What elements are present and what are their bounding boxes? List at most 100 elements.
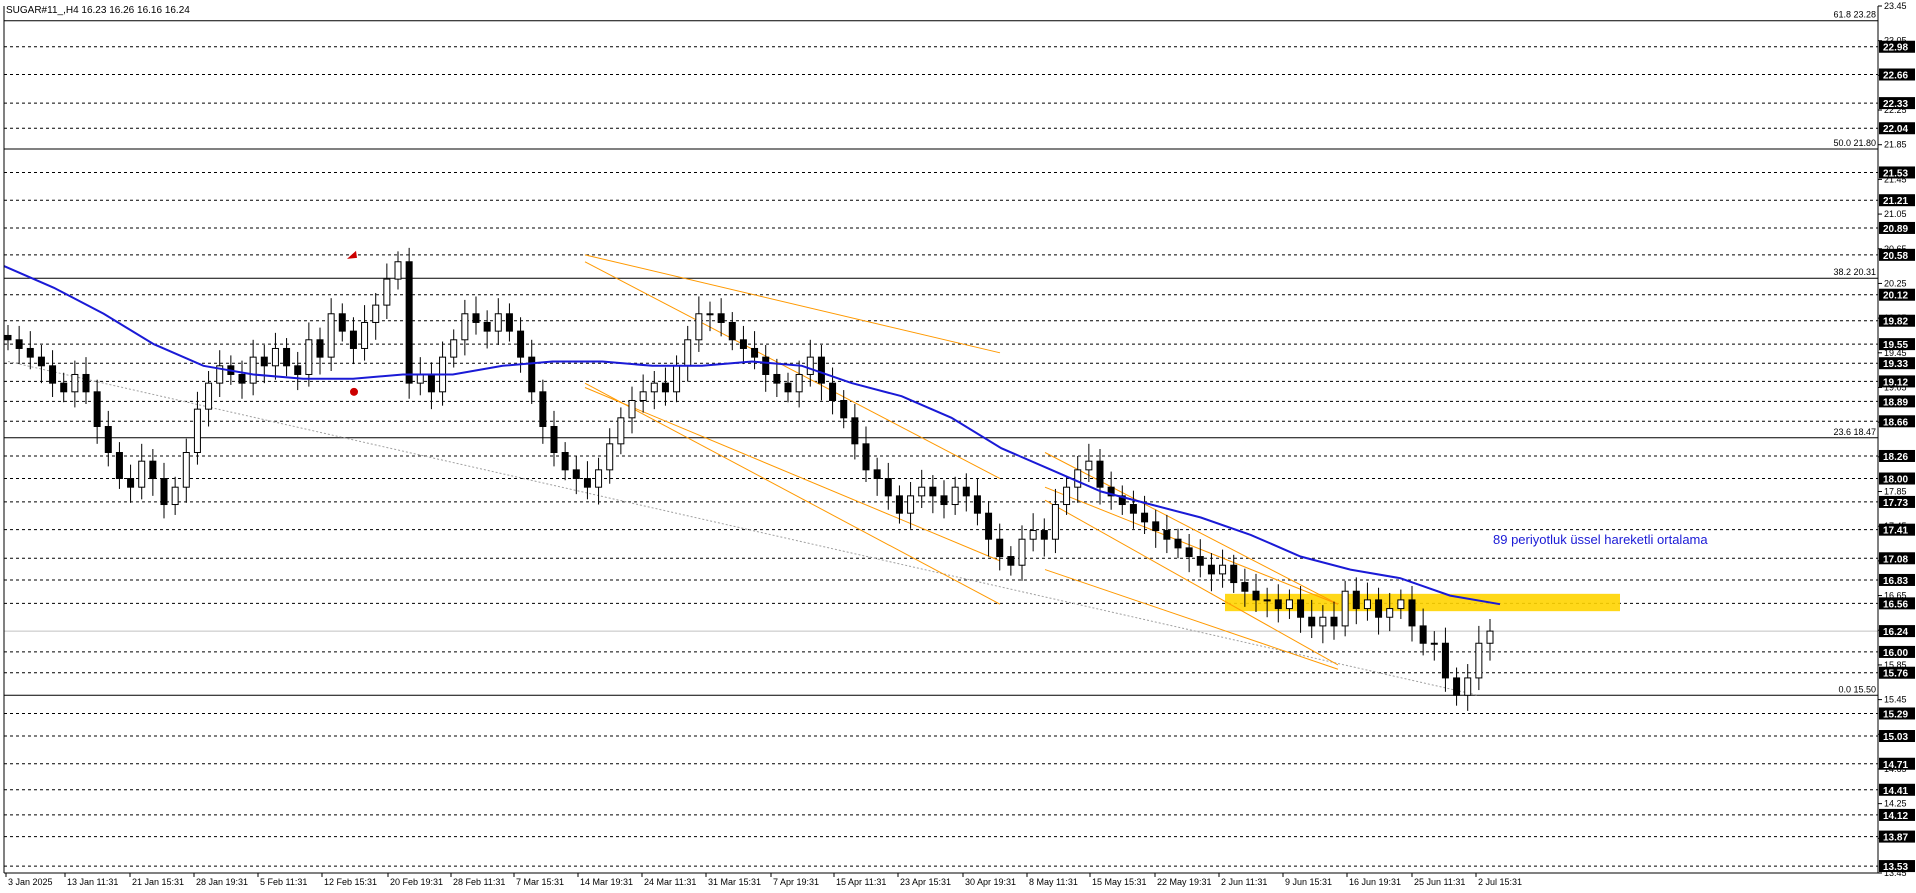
fib-level-label: 50.0 21.80 (1833, 138, 1876, 148)
candle-body (305, 339, 313, 375)
price-tag-label: 20.12 (1883, 291, 1908, 302)
candle-body (171, 486, 179, 506)
x-tick-label: 28 Jan 19:31 (196, 877, 248, 887)
price-tag: 22.98 (1879, 40, 1915, 54)
candle-body (383, 278, 391, 306)
candle-body (606, 443, 614, 471)
candle-body (784, 382, 792, 393)
candle (405, 247, 413, 399)
candle-body (862, 443, 870, 471)
candle-body (1051, 504, 1059, 540)
x-tick-label: 23 Apr 15:31 (900, 877, 951, 887)
candle-body (1252, 590, 1260, 601)
price-tag-label: 20.89 (1883, 224, 1908, 235)
price-tag-label: 14.41 (1883, 786, 1908, 797)
price-tag: 16.00 (1879, 645, 1915, 659)
candle-body (907, 495, 915, 514)
price-tag-label: 18.26 (1883, 452, 1908, 463)
candle-body (1230, 564, 1238, 584)
candle-body (929, 486, 937, 497)
price-tag: 19.82 (1879, 314, 1915, 328)
candle-body (751, 347, 759, 358)
price-tag: 15.76 (1879, 666, 1915, 680)
price-tag-label: 13.87 (1883, 833, 1908, 844)
candle-body (160, 478, 168, 506)
price-tag-label: 19.12 (1883, 377, 1908, 388)
price-tag: 16.83 (1879, 573, 1915, 587)
candle-body (1386, 608, 1394, 618)
candle-body (572, 469, 580, 480)
price-tag: 19.12 (1879, 375, 1915, 388)
price-tag: 17.41 (1879, 523, 1915, 537)
candle-body (1464, 677, 1472, 696)
candle-body (1129, 504, 1137, 514)
candle-body (349, 330, 357, 349)
candle-body (762, 356, 770, 375)
candle-body (539, 391, 547, 427)
candle-body (661, 382, 669, 393)
y-tick-label: 23.45 (1884, 1, 1907, 11)
candle-body (494, 313, 502, 332)
candle-body (238, 373, 246, 384)
fib-level-label: 23.6 18.47 (1833, 427, 1876, 437)
candle-body (1308, 616, 1316, 627)
candle-body (1007, 556, 1015, 566)
candle-body (505, 313, 513, 332)
x-tick-label: 14 Mar 19:31 (580, 877, 633, 887)
price-tag-label: 22.33 (1883, 99, 1908, 110)
price-tag-label: 18.89 (1883, 397, 1908, 408)
candle-body (1274, 599, 1282, 610)
price-tag-label: 15.29 (1883, 709, 1908, 720)
candle-body (1241, 582, 1249, 592)
price-tag-label: 16.56 (1883, 599, 1908, 610)
price-tag-label: 17.41 (1883, 526, 1908, 537)
x-tick-label: 7 Mar 15:31 (516, 877, 564, 887)
candle-body (628, 399, 636, 419)
price-tag: 16.56 (1879, 597, 1915, 610)
candle-body (138, 460, 146, 488)
price-tag: 22.04 (1879, 122, 1915, 135)
price-tag: 18.26 (1879, 449, 1915, 463)
price-tag: 15.03 (1879, 730, 1915, 743)
candle-body (1096, 460, 1104, 488)
price-tag-label: 15.03 (1883, 732, 1908, 743)
candle-body (973, 495, 981, 514)
price-tag-label: 22.66 (1883, 70, 1908, 81)
candle-body (840, 399, 848, 419)
price-tag-label: 15.76 (1883, 669, 1908, 680)
candle-body (728, 321, 736, 341)
price-tag-label: 22.98 (1883, 43, 1908, 54)
candle-body (918, 486, 926, 497)
price-tag: 22.66 (1879, 68, 1915, 81)
candle-body (372, 304, 380, 323)
candle-body (829, 382, 837, 401)
x-tick-label: 2 Jul 15:31 (1478, 877, 1522, 887)
candle-body (550, 425, 558, 454)
candle-body (1196, 556, 1204, 566)
candle-body (1475, 642, 1483, 679)
candle-body (1430, 642, 1438, 645)
candle-body (795, 373, 803, 393)
candle-body (617, 417, 625, 445)
price-tag: 21.53 (1879, 166, 1915, 179)
candle-body (517, 330, 525, 358)
y-tick-label: 21.05 (1884, 209, 1907, 219)
x-tick-label: 2 Jun 11:31 (1221, 877, 1267, 887)
price-chart: 61.8 23.28 50.0 21.80 38.2 20.31 23.6 18.47… (0, 0, 1916, 888)
candle-body (15, 339, 23, 349)
candle-body (1263, 599, 1271, 602)
price-tag-label: 19.55 (1883, 340, 1908, 351)
x-tick-label: 15 May 15:31 (1092, 877, 1147, 887)
candle-body (561, 452, 569, 471)
symbol-header: SUGAR#11_,H4 16.23 16.26 16.16 16.24 (6, 5, 190, 16)
candle-body (1330, 616, 1338, 627)
y-tick-label: 15.45 (1884, 695, 1907, 705)
price-tag: 18.66 (1879, 415, 1915, 428)
candle-body (1040, 530, 1048, 540)
fib-level-label: 61.8 23.28 (1833, 10, 1876, 20)
price-tag-label: 20.58 (1883, 251, 1908, 262)
candle-body (873, 469, 881, 480)
x-tick-label: 30 Apr 19:31 (965, 877, 1016, 887)
x-tick-label: 22 May 19:31 (1157, 877, 1212, 887)
price-tag: 18.00 (1879, 472, 1915, 486)
